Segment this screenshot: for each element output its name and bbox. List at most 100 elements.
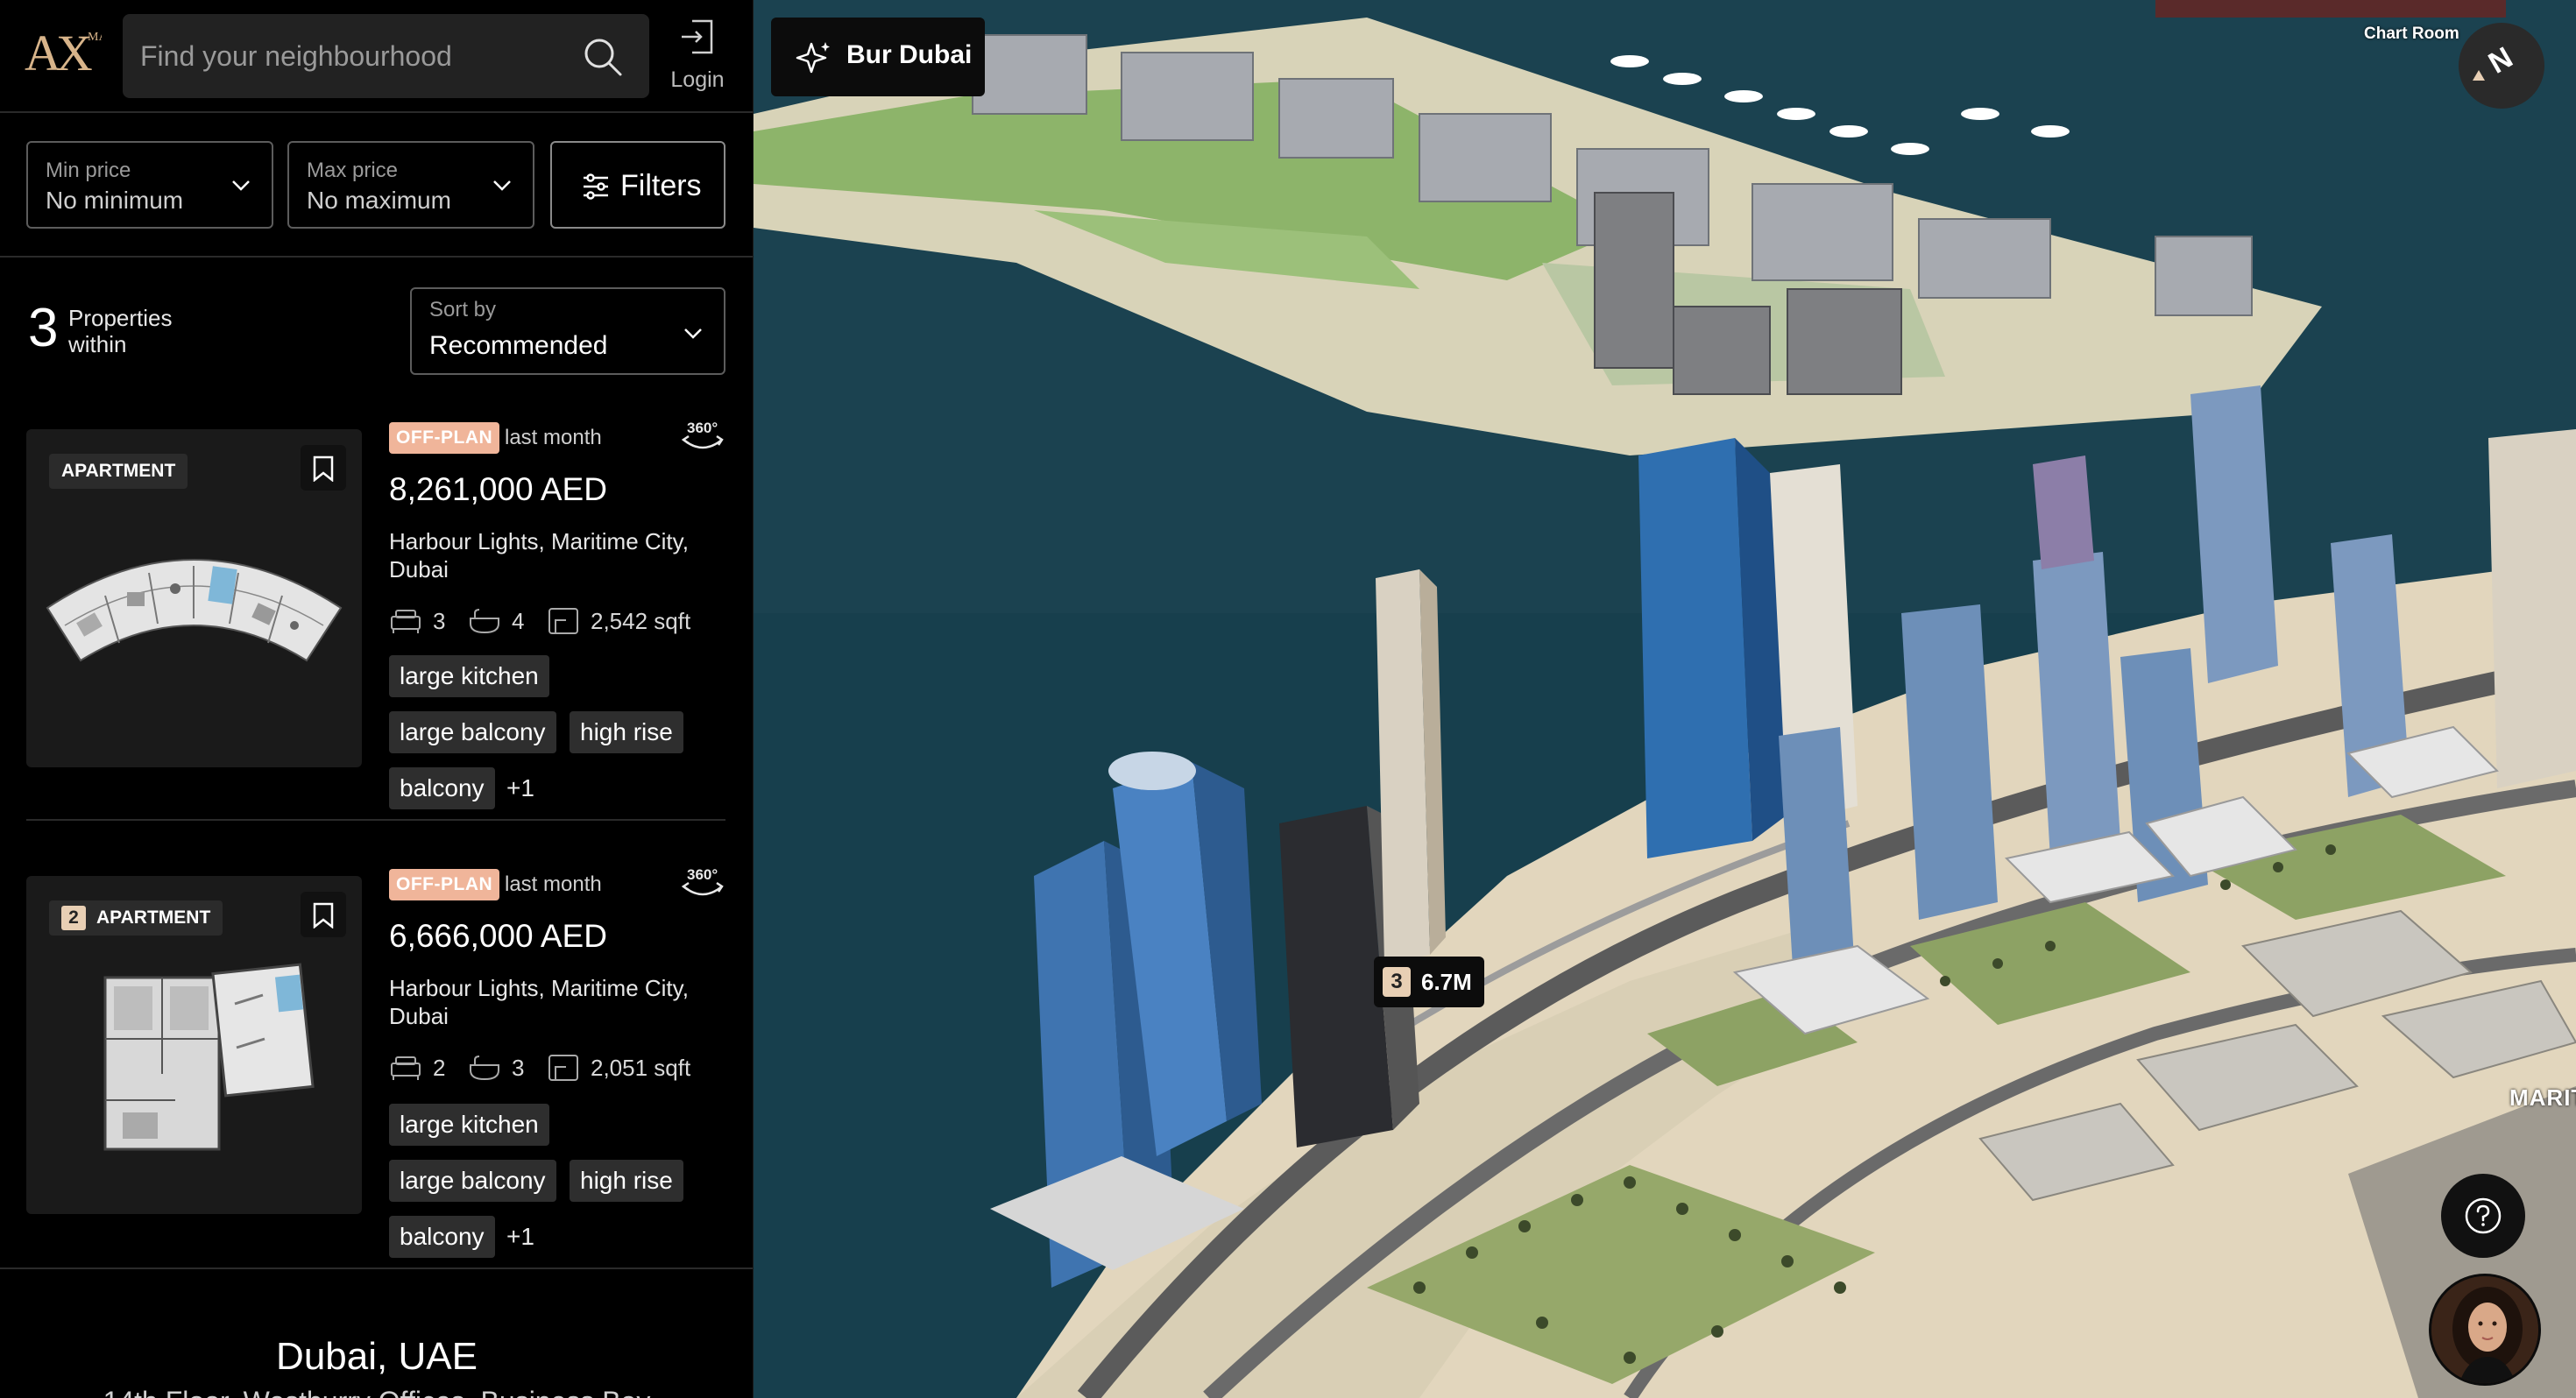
bookmark-icon [313, 902, 334, 928]
floor-plan-image [46, 559, 343, 662]
area-chip[interactable]: Bur Dubai [771, 18, 985, 96]
results-header: 3 Properties within Sort by Recommended [0, 259, 753, 399]
listing-info: OFF-PLAN last month 360° 6,666,000 AED H… [389, 850, 740, 1296]
listing-price: 6,666,000 AED [389, 918, 607, 954]
poi-label-maritime[interactable]: MARIT [2509, 1084, 2576, 1112]
login-icon [682, 19, 713, 54]
sparkle-icon [796, 42, 830, 74]
listing-price: 8,261,000 AED [389, 471, 607, 507]
status-badge: OFF-PLAN [389, 422, 500, 454]
feature-tag[interactable]: high rise [570, 1160, 683, 1202]
feature-tag[interactable]: large balcony [389, 1160, 556, 1202]
sort-select[interactable]: Sort by Recommended [410, 287, 725, 375]
max-price-select[interactable]: Max price No maximum [287, 141, 534, 229]
listed-time: last month [505, 426, 602, 449]
pin-price: 6.7M [1421, 968, 1472, 995]
bed-icon [391, 610, 421, 633]
min-price-value: No minimum [46, 187, 184, 214]
map-3d-scene[interactable] [754, 0, 2576, 1398]
results-text-line2: within [68, 331, 127, 357]
bedrooms-value: 2 [433, 1055, 446, 1081]
chevron-down-icon [493, 180, 511, 191]
map-price-pin[interactable]: 3 6.7M [1374, 957, 1484, 1007]
listing-image[interactable]: 2 APARTMENT [26, 876, 362, 1214]
area-chip-label: Bur Dubai [846, 40, 973, 69]
chevron-down-icon [232, 180, 250, 191]
footer-location: Dubai, UAE [276, 1335, 478, 1378]
bookmark-button[interactable] [301, 445, 346, 491]
bathrooms-value: 4 [512, 608, 525, 634]
property-type-badge: 2 APARTMENT [49, 900, 223, 936]
search-icon[interactable] [583, 37, 623, 77]
tour-360-icon[interactable]: 360° [678, 417, 727, 459]
listing-card[interactable]: 2 APARTMENT OFF-PLAN last month 360° 6,6… [0, 850, 753, 1296]
listing-card[interactable]: APARTMENT OFF-PLAN last month 360° 8,261… [0, 403, 753, 850]
svg-text:360°: 360° [687, 420, 718, 436]
feature-tag[interactable]: balcony [389, 767, 495, 809]
listing-info: OFF-PLAN last month 360° 8,261,000 AED H… [389, 403, 740, 850]
pin-count: 3 [1383, 967, 1411, 997]
feature-tag[interactable]: high rise [570, 711, 683, 753]
chevron-down-icon [684, 328, 702, 339]
feature-tag[interactable]: large kitchen [389, 1104, 549, 1146]
search-bar [123, 14, 649, 98]
area-icon [548, 608, 578, 634]
bathrooms-value: 3 [512, 1055, 525, 1081]
tour-360-icon[interactable]: 360° [678, 864, 727, 906]
listed-time: last month [505, 872, 602, 896]
listing-divider [26, 819, 725, 821]
filters-button[interactable]: Filters [550, 141, 725, 229]
min-price-label: Min price [46, 159, 131, 182]
filters-row: Min price No minimum Max price No maximu… [0, 115, 753, 258]
feature-tag[interactable]: balcony [389, 1216, 495, 1258]
help-icon [2465, 1197, 2502, 1234]
area-icon [548, 1055, 578, 1081]
bed-icon [391, 1056, 421, 1080]
feature-tag[interactable]: large kitchen [389, 655, 549, 697]
property-type: APARTMENT [61, 461, 176, 481]
more-tags[interactable]: +1 [506, 767, 534, 809]
max-price-label: Max price [307, 159, 399, 182]
sort-value: Recommended [429, 331, 608, 360]
poi-label-chart-room[interactable]: Chart Room [2364, 25, 2459, 44]
agent-avatar-image [2431, 1276, 2538, 1383]
sort-label: Sort by [429, 298, 497, 321]
bookmark-icon [313, 455, 334, 482]
login-button[interactable]: Login [666, 18, 729, 96]
compass-icon [2473, 70, 2485, 81]
logo-mark: AX [25, 25, 93, 81]
sidebar: AX MAP Login Min price [0, 0, 754, 1398]
feature-tag[interactable]: large balcony [389, 711, 556, 753]
property-type-badge: APARTMENT [49, 454, 188, 489]
property-type: APARTMENT [96, 907, 211, 928]
listing-image[interactable]: APARTMENT [26, 429, 362, 767]
floor-area-value: 2,542 sqft [591, 608, 691, 634]
compass-button[interactable]: N [2459, 23, 2544, 109]
more-tags[interactable]: +1 [506, 1216, 534, 1258]
bedrooms-value: 3 [433, 608, 446, 634]
search-input[interactable] [140, 14, 561, 98]
map-view[interactable]: Bur Dubai Chart Room N 3 6.7M MARIT [754, 0, 2576, 1398]
max-price-value: No maximum [307, 187, 451, 214]
filters-icon [584, 173, 608, 200]
section-divider [0, 1267, 753, 1269]
footer-address: 14th Floor, Westburry Offices, Business … [0, 1386, 753, 1398]
bath-icon [470, 1056, 499, 1081]
top-bar: AX MAP Login [0, 0, 753, 113]
results-count: 3 [28, 298, 59, 358]
floor-plan-image [103, 963, 315, 1151]
status-badge: OFF-PLAN [389, 869, 500, 900]
listing-specs: 3 4 2,542 sqft [389, 603, 740, 641]
listing-address: Harbour Lights, Maritime City, Dubai [389, 528, 689, 582]
image-count-badge: 2 [61, 906, 86, 930]
svg-text:360°: 360° [687, 866, 718, 883]
filters-label: Filters [620, 169, 702, 202]
min-price-select[interactable]: Min price No minimum [26, 141, 273, 229]
agent-avatar[interactable] [2429, 1274, 2541, 1386]
brand-logo[interactable]: AX MAP [25, 25, 105, 82]
help-button[interactable] [2441, 1174, 2525, 1258]
bookmark-button[interactable] [301, 892, 346, 937]
compass-north-label: N [2482, 40, 2519, 81]
results-text: Properties within [68, 305, 173, 357]
login-label: Login [670, 67, 725, 92]
